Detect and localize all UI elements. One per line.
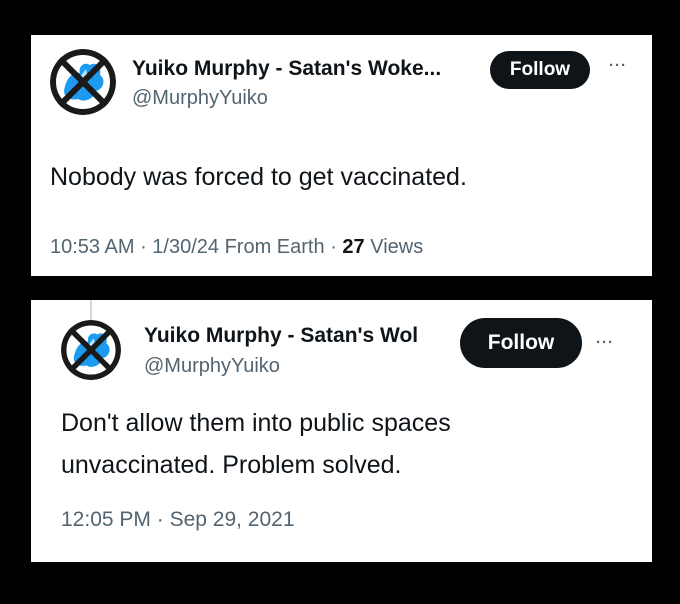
separator-dot: · [330, 236, 343, 258]
avatar-image [61, 320, 121, 380]
tweet-text-line-2: unvaccinated. Problem solved. [61, 451, 402, 479]
user-handle[interactable]: @MurphyYuiko [132, 87, 268, 110]
tweet-text-line-1: Don't allow them into public spaces [61, 409, 451, 437]
views-count[interactable]: 27 [342, 236, 364, 258]
tweet-card-2[interactable]: Yuiko Murphy - Satan's Wol @MurphyYuiko … [31, 300, 652, 562]
follow-button[interactable]: Follow [460, 318, 582, 368]
tweet-date[interactable]: Sep 29, 2021 [170, 508, 295, 531]
tweet-time[interactable]: 12:05 PM [61, 508, 151, 531]
follow-button[interactable]: Follow [490, 51, 590, 89]
tweet-text: Nobody was forced to get vaccinated. [50, 163, 467, 191]
display-name[interactable]: Yuiko Murphy - Satan's Wol [144, 324, 452, 348]
more-options-icon[interactable]: ··· [596, 334, 614, 351]
avatar[interactable] [50, 49, 116, 115]
tweet-card-1[interactable]: Yuiko Murphy - Satan's Woke... @MurphyYu… [31, 35, 652, 276]
tweet-source: From Earth [224, 236, 325, 258]
display-name[interactable]: Yuiko Murphy - Satan's Woke... [132, 57, 441, 81]
tweet-time[interactable]: 10:53 AM [50, 236, 135, 258]
separator-dot: · [140, 236, 153, 258]
thread-line [90, 300, 92, 320]
avatar-image [50, 49, 116, 115]
views-label[interactable]: Views [370, 236, 423, 258]
user-handle[interactable]: @MurphyYuiko [144, 355, 280, 378]
separator-dot: · [156, 508, 170, 531]
tweet-meta: 10:53 AM · 1/30/24 From Earth · 27 Views [50, 236, 423, 259]
more-options-icon[interactable]: ··· [609, 57, 627, 74]
avatar[interactable] [61, 320, 121, 380]
tweet-meta: 12:05 PM · Sep 29, 2021 [61, 508, 295, 532]
tweet-date[interactable]: 1/30/24 [152, 236, 219, 258]
